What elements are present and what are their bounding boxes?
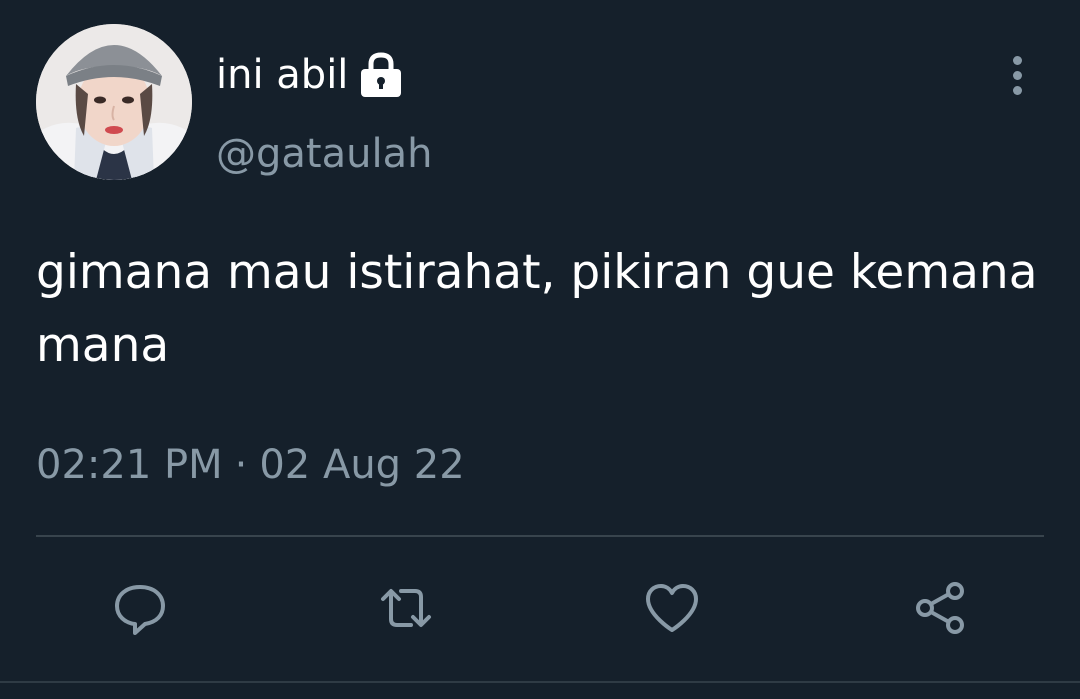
tweet-timestamp[interactable]: 02:21 PM · 02 Aug 22	[36, 440, 465, 490]
lock-icon	[356, 50, 406, 100]
more-dot-icon	[1012, 85, 1022, 95]
bottom-divider	[0, 681, 1080, 683]
display-name[interactable]: ini abil	[216, 50, 406, 100]
more-dot-icon	[1012, 70, 1022, 80]
heart-icon	[646, 584, 698, 632]
display-name-text: ini abil	[216, 52, 349, 98]
retweet-icon	[381, 589, 431, 627]
reply-icon	[115, 585, 165, 635]
share-button[interactable]	[900, 568, 980, 648]
reply-button[interactable]	[100, 568, 180, 648]
tweet-time: 02:21 PM	[36, 442, 223, 488]
more-dot-icon	[1012, 55, 1022, 65]
share-icon	[916, 582, 964, 634]
more-options-button[interactable]	[996, 52, 1038, 98]
tweet-date: 02 Aug 22	[259, 442, 465, 488]
divider	[36, 535, 1044, 537]
like-button[interactable]	[632, 568, 712, 648]
tweet-card: ini abil @gataulah gimana mau istirahat,…	[0, 0, 1080, 699]
avatar[interactable]	[36, 24, 192, 180]
tweet-text: gimana mau istirahat, pikiran gue kemana…	[36, 245, 1038, 373]
retweet-button[interactable]	[366, 568, 446, 648]
user-handle[interactable]: @gataulah	[216, 130, 432, 178]
action-bar	[0, 568, 1080, 648]
timestamp-separator: ·	[234, 442, 248, 488]
